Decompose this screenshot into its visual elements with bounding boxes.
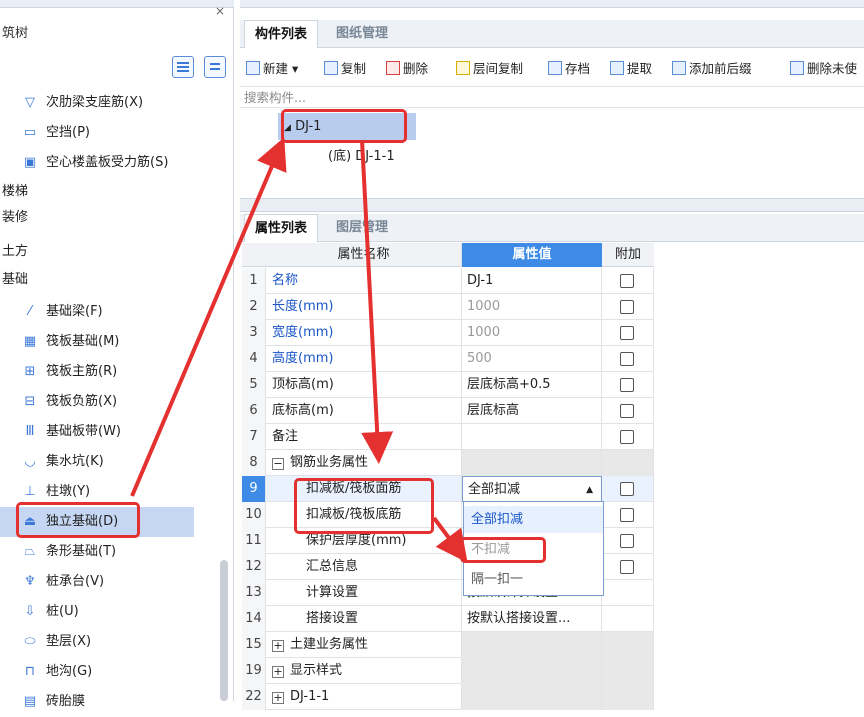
arrow-to-no-deduction (432, 516, 468, 563)
arrow-to-rebar-section (360, 139, 394, 464)
arrow-to-dj1 (130, 137, 287, 497)
annotation-arrows (130, 137, 468, 563)
